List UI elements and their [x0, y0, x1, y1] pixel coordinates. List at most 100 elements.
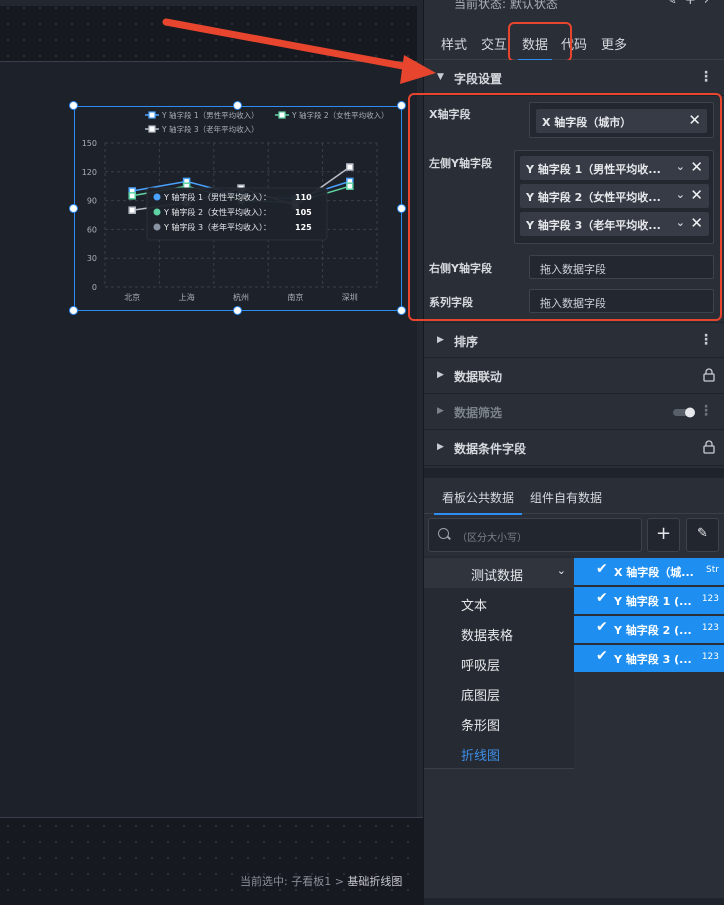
- x-tick-label: 深圳: [342, 292, 358, 302]
- tab-board-public-data[interactable]: 看板公共数据: [433, 489, 523, 515]
- left-y-chip-2[interactable]: Y 轴字段 2（女性平均收... ⌄ ✕: [520, 184, 709, 208]
- lock-icon: [703, 368, 715, 382]
- data-source-tabs: 看板公共数据 组件自有数据: [424, 478, 724, 515]
- section-title: 数据联动: [454, 370, 503, 384]
- tooltip-label: Y 轴字段 2（女性平均收入）：: [163, 207, 271, 217]
- tree-item-line-chart[interactable]: 折线图: [461, 745, 500, 764]
- tree-parent-label: 测试数据: [471, 569, 524, 584]
- left-y-axis-drop-zone[interactable]: Y 轴字段 1（男性平均收... ⌄ ✕ Y 轴字段 2（女性平均收... ⌄ …: [514, 150, 714, 244]
- canvas-area[interactable]: 0 30 60 90 120 150 北京 上海 杭州 南京 深圳 Y 轴字段 1（男性平均收入） Y …: [0, 0, 423, 905]
- section-linkage[interactable]: ▶ 数据联动: [424, 358, 724, 394]
- y-tick-label: 90: [87, 197, 97, 206]
- y-tick-label: 60: [87, 225, 97, 234]
- tooltip-label: Y 轴字段 3（老年平均收入）：: [163, 222, 271, 232]
- field-type-badge: Str: [706, 565, 719, 575]
- resize-handle-tl[interactable]: [69, 101, 78, 110]
- field-item-y2[interactable]: ✔ Y 轴字段 2 (... 123: [574, 616, 724, 643]
- tree-item-bar-chart[interactable]: 条形图: [461, 715, 500, 734]
- data-point: [128, 192, 136, 200]
- section-conditional-fields[interactable]: ▶ 数据条件字段: [424, 430, 724, 466]
- data-point: [128, 206, 136, 214]
- tab-interaction[interactable]: 交互: [481, 34, 507, 53]
- more-vertical-icon[interactable]: ⋮: [699, 403, 713, 419]
- search-input[interactable]: （区分大小写）: [428, 518, 642, 552]
- field-type-badge: 123: [701, 594, 719, 604]
- search-placeholder: （区分大小写）: [457, 533, 527, 544]
- status-bar: [424, 898, 724, 905]
- chevron-down-icon[interactable]: ⌄: [676, 160, 685, 173]
- x-axis-chip[interactable]: X 轴字段（城市） ✕: [536, 109, 707, 133]
- close-icon[interactable]: ✕: [690, 214, 703, 232]
- section-title: 数据筛选: [454, 406, 503, 420]
- check-icon: ✔: [596, 648, 608, 664]
- tree-parent-test-data[interactable]: 测试数据 ⌄: [424, 558, 574, 588]
- tooltip-label: Y 轴字段 1（男性平均收入）：: [163, 192, 271, 202]
- right-y-axis-label: 右侧Y轴字段: [429, 262, 492, 275]
- tree-divider: [424, 768, 574, 769]
- tab-style[interactable]: 样式: [441, 34, 467, 53]
- edit-button[interactable]: ✎: [686, 518, 719, 552]
- config-panel: 当前状态: 默认状态 ✎+› 样式 交互 数据 代码 更多 ▼ 字段设置 ⋮ X…: [423, 0, 724, 905]
- tab-more[interactable]: 更多: [601, 34, 627, 53]
- series-field-drop-zone[interactable]: 拖入数据字段: [529, 289, 714, 313]
- tooltip-value: 125: [295, 223, 312, 232]
- canvas-dot-grid-top: [0, 0, 423, 62]
- y-tick-label: 30: [87, 254, 97, 263]
- canvas-dot-grid-bottom: [0, 817, 423, 905]
- tab-component-own-data[interactable]: 组件自有数据: [530, 489, 602, 506]
- add-icon[interactable]: +: [685, 0, 704, 8]
- section-sort[interactable]: ▶ 排序 ⋮: [424, 322, 724, 358]
- section-filter[interactable]: ▶ 数据筛选 ⋮: [424, 394, 724, 430]
- chevron-right-icon[interactable]: ›: [704, 0, 717, 8]
- field-item-y1[interactable]: ✔ Y 轴字段 1 (... 123: [574, 587, 724, 614]
- resize-handle-tr[interactable]: [397, 101, 406, 110]
- series-field-label: 系列字段: [429, 296, 473, 309]
- line-chart-widget[interactable]: 0 30 60 90 120 150 北京 上海 杭州 南京 深圳 Y 轴字段 1（男性平均收入） Y …: [69, 101, 406, 315]
- close-icon[interactable]: ✕: [690, 158, 703, 176]
- x-tick-label: 南京: [287, 292, 303, 302]
- resize-handle-r[interactable]: [397, 203, 406, 213]
- edit-icon[interactable]: ✎: [666, 0, 685, 8]
- more-vertical-icon[interactable]: ⋮: [699, 332, 713, 348]
- field-settings-body: X轴字段 X 轴字段（城市） ✕ 左侧Y轴字段 Y 轴字段 1（男性平均收...…: [424, 96, 724, 322]
- field-item-label: Y 轴字段 1 (...: [614, 595, 692, 608]
- left-y-chip-3[interactable]: Y 轴字段 3（老年平均收... ⌄ ✕: [520, 212, 709, 236]
- tree-item-text[interactable]: 文本: [461, 595, 487, 614]
- tree-item-base-map-layer[interactable]: 底图层: [461, 685, 500, 704]
- chevron-down-icon[interactable]: ⌄: [676, 216, 685, 229]
- resize-handle-br[interactable]: [397, 306, 406, 315]
- chip-label: Y 轴字段 3（老年平均收...: [526, 219, 661, 232]
- state-text: 当前状态: 默认状态: [454, 0, 558, 11]
- y-tick-label: 0: [92, 283, 97, 292]
- resize-handle-t[interactable]: [233, 101, 242, 110]
- field-item-label: X 轴字段（城...: [614, 566, 694, 579]
- resize-handle-bl[interactable]: [69, 306, 78, 315]
- add-button[interactable]: +: [647, 518, 680, 552]
- line-chart: 0 30 60 90 120 150 北京 上海 杭州 南京 深圳 Y 轴字段 1（男性平均收入） Y …: [82, 110, 389, 302]
- resize-handle-l[interactable]: [69, 203, 78, 213]
- resize-handle-b[interactable]: [233, 306, 242, 315]
- breadcrumb-current[interactable]: 基础折线图: [347, 875, 402, 888]
- top-ruler: [0, 0, 423, 6]
- data-point: [346, 163, 354, 171]
- close-icon[interactable]: ✕: [690, 186, 703, 204]
- chevron-down-icon[interactable]: ⌄: [557, 564, 566, 577]
- chevron-down-icon[interactable]: ⌄: [676, 188, 685, 201]
- field-item-y3[interactable]: ✔ Y 轴字段 3 (... 123: [574, 645, 724, 672]
- legend-marker: [148, 111, 156, 119]
- state-row: 当前状态: 默认状态 ✎+›: [424, 0, 724, 22]
- more-vertical-icon[interactable]: ⋮: [699, 69, 713, 85]
- close-icon[interactable]: ✕: [688, 111, 701, 129]
- field-item-x[interactable]: ✔ X 轴字段（城... Str: [574, 558, 724, 585]
- toggle-switch[interactable]: [673, 406, 697, 418]
- breadcrumb-prefix: 当前选中: 子看板1 >: [240, 875, 348, 888]
- chip-label: Y 轴字段 2（女性平均收...: [526, 191, 661, 204]
- tree-item-data-table[interactable]: 数据表格: [461, 625, 513, 644]
- search-icon: [438, 528, 449, 539]
- left-y-chip-1[interactable]: Y 轴字段 1（男性平均收... ⌄ ✕: [520, 156, 709, 180]
- x-axis-drop-zone[interactable]: X 轴字段（城市） ✕: [529, 102, 714, 138]
- check-icon: ✔: [596, 590, 608, 606]
- section-field-settings[interactable]: ▼ 字段设置 ⋮: [424, 60, 724, 96]
- right-y-axis-drop-zone[interactable]: 拖入数据字段: [529, 255, 714, 279]
- tree-item-breathing-layer[interactable]: 呼吸层: [461, 655, 500, 674]
